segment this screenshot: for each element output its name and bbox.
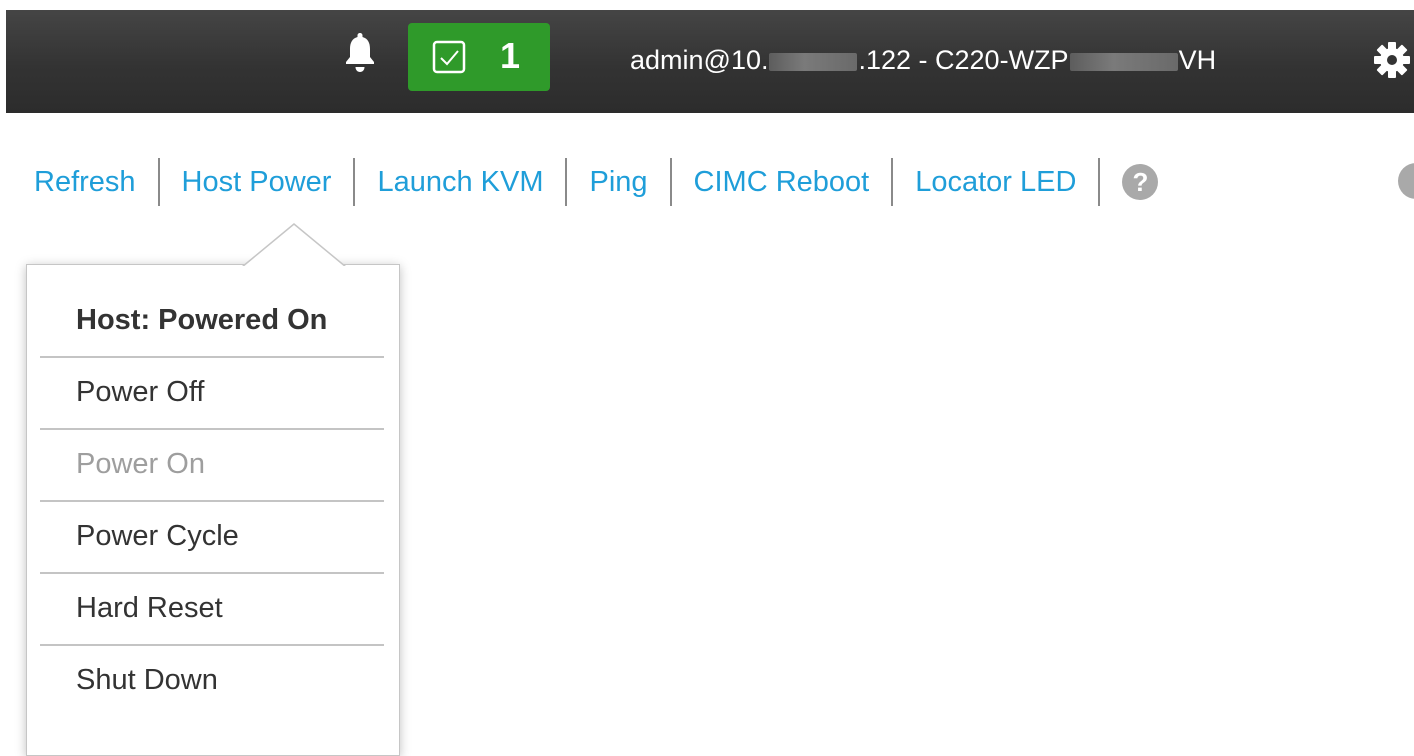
help-icon[interactable]: ? (1122, 164, 1159, 200)
hard-reset-item[interactable]: Hard Reset (40, 574, 384, 646)
shut-down-item[interactable]: Shut Down (40, 646, 384, 718)
user-info-suffix: VH (1178, 45, 1217, 75)
power-on-item: Power On (40, 430, 384, 502)
cimc-reboot-link[interactable]: CIMC Reboot (694, 156, 870, 208)
host-status-label: Host: Powered On (40, 286, 384, 358)
top-strip (0, 0, 1414, 10)
toolbar-divider (353, 158, 356, 206)
host-power-link[interactable]: Host Power (182, 156, 332, 208)
host-power-menu: Host: Powered On Power Off Power On Powe… (40, 286, 384, 718)
toolbar-divider (565, 158, 568, 206)
user-server-info[interactable]: admin@10. .122 - C220-WZP VH (630, 42, 1216, 78)
gear-icon[interactable] (1372, 40, 1412, 80)
power-cycle-item[interactable]: Power Cycle (40, 502, 384, 574)
power-off-item[interactable]: Power Off (40, 358, 384, 430)
user-info-prefix: admin@10. (630, 45, 769, 75)
bell-icon[interactable] (343, 30, 377, 74)
toolbar-divider (669, 158, 672, 206)
redacted-block (1069, 52, 1178, 71)
alert-count: 1 (500, 35, 521, 76)
locator-led-link[interactable]: Locator LED (915, 156, 1076, 208)
info-icon[interactable] (1398, 163, 1414, 199)
checkbox-check-icon (432, 40, 466, 74)
redacted-block (769, 52, 858, 71)
alert-summary-button[interactable]: 1 (408, 23, 550, 91)
launch-kvm-link[interactable]: Launch KVM (377, 156, 543, 208)
user-info-middle: .122 - C220-WZP (858, 45, 1069, 75)
ping-link[interactable]: Ping (589, 156, 647, 208)
dropdown-pointer (242, 223, 346, 268)
refresh-link[interactable]: Refresh (34, 156, 136, 208)
action-toolbar: Refresh Host Power Launch KVM Ping CIMC … (34, 156, 1159, 208)
toolbar-divider (1098, 158, 1101, 206)
toolbar-divider (891, 158, 894, 206)
toolbar-divider (157, 158, 160, 206)
